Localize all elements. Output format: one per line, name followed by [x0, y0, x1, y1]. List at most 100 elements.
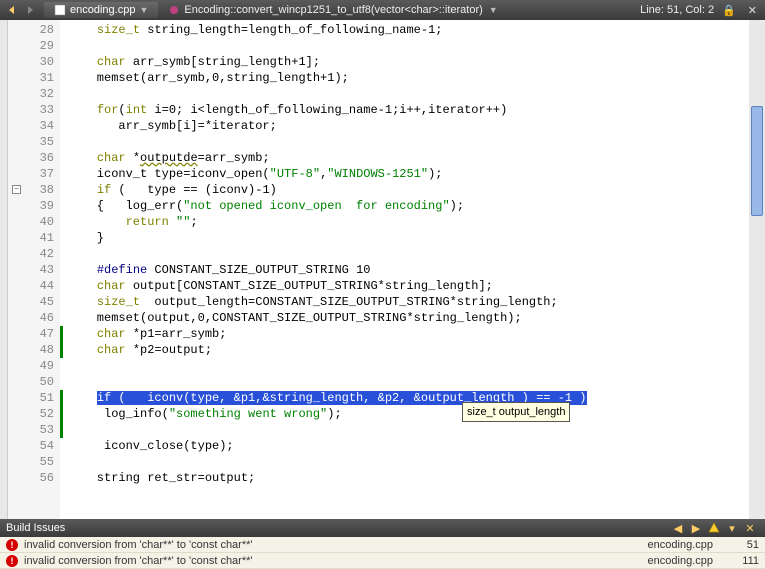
chevron-down-icon[interactable]: ▼ [489, 5, 498, 15]
modified-marker [60, 406, 63, 422]
panel-menu-icon[interactable]: ▾ [724, 520, 740, 536]
modified-marker [60, 342, 63, 358]
prev-issue-icon[interactable]: ◀ [670, 520, 686, 536]
code-line[interactable]: char *outputde=arr_symb; [60, 150, 749, 166]
line-number: 32 [8, 86, 60, 102]
close-icon[interactable]: ✕ [744, 4, 761, 17]
line-number-gutter: 2829303132333435363738−39404142434445464… [8, 20, 60, 519]
code-line[interactable]: if ( type == (iconv)-1) [60, 182, 749, 198]
issue-message: invalid conversion from 'char**' to 'con… [24, 555, 648, 567]
code-line[interactable]: char *p2=output; [60, 342, 749, 358]
line-number: 44 [8, 278, 60, 294]
issue-row[interactable]: ! invalid conversion from 'char**' to 'co… [0, 553, 765, 569]
breadcrumb-label: Encoding::convert_wincp1251_to_utf8(vect… [184, 4, 482, 16]
line-number: 38− [8, 182, 60, 198]
warning-filter-icon[interactable] [706, 520, 722, 536]
line-number: 35 [8, 134, 60, 150]
scrollbar-thumb[interactable] [751, 106, 763, 216]
line-number: 47 [8, 326, 60, 342]
code-line[interactable]: for(int i=0; i<length_of_following_name-… [60, 102, 749, 118]
line-number: 46 [8, 310, 60, 326]
code-line[interactable] [60, 358, 749, 374]
issue-line: 51 [729, 539, 759, 551]
issue-row[interactable]: ! invalid conversion from 'char**' to 'co… [0, 537, 765, 553]
issue-file: encoding.cpp [648, 555, 713, 567]
line-number: 31 [8, 70, 60, 86]
code-line[interactable]: char *p1=arr_symb; [60, 326, 749, 342]
lock-icon[interactable]: 🔒 [722, 4, 736, 17]
modified-marker [60, 422, 63, 438]
code-line[interactable]: } [60, 230, 749, 246]
issue-file: encoding.cpp [648, 539, 713, 551]
build-issues-title: Build Issues [6, 522, 65, 534]
code-line[interactable]: string ret_str=output; [60, 470, 749, 486]
code-line[interactable]: size_t output_length=CONSTANT_SIZE_OUTPU… [60, 294, 749, 310]
code-line[interactable]: memset(output,0,CONSTANT_SIZE_OUTPUT_STR… [60, 310, 749, 326]
method-icon [168, 4, 180, 16]
code-line[interactable]: iconv_t type=iconv_open("UTF-8","WINDOWS… [60, 166, 749, 182]
line-number: 39 [8, 198, 60, 214]
modified-marker [60, 390, 63, 406]
line-number: 40 [8, 214, 60, 230]
cpp-file-icon [54, 4, 66, 16]
line-number: 41 [8, 230, 60, 246]
line-number: 45 [8, 294, 60, 310]
top-toolbar: encoding.cpp ▼ Encoding::convert_wincp12… [0, 0, 765, 20]
line-number: 50 [8, 374, 60, 390]
line-number: 29 [8, 38, 60, 54]
line-number: 30 [8, 54, 60, 70]
code-line[interactable]: #define CONSTANT_SIZE_OUTPUT_STRING 10 [60, 262, 749, 278]
code-line[interactable]: { log_err("not opened iconv_open for enc… [60, 198, 749, 214]
line-number: 51 [8, 390, 60, 406]
line-number: 43 [8, 262, 60, 278]
build-issues-header: Build Issues ◀ ▶ ▾ ✕ [0, 519, 765, 537]
line-number: 55 [8, 454, 60, 470]
chevron-down-icon[interactable]: ▼ [139, 5, 148, 15]
code-editor[interactable]: 2829303132333435363738−39404142434445464… [0, 20, 765, 519]
code-line[interactable]: if ( iconv(type, &p1,&string_length, &p2… [60, 390, 749, 406]
line-number: 33 [8, 102, 60, 118]
code-line[interactable]: size_t string_length=length_of_following… [60, 22, 749, 38]
code-line[interactable]: char arr_symb[string_length+1]; [60, 54, 749, 70]
next-issue-icon[interactable]: ▶ [688, 520, 704, 536]
line-number: 28 [8, 22, 60, 38]
build-issues-list: ! invalid conversion from 'char**' to 'co… [0, 537, 765, 569]
panel-close-icon[interactable]: ✕ [742, 520, 758, 536]
code-line[interactable]: arr_symb[i]=*iterator; [60, 118, 749, 134]
modified-marker [60, 326, 63, 342]
code-line[interactable] [60, 86, 749, 102]
nav-back-icon[interactable] [4, 2, 20, 18]
code-line[interactable] [60, 454, 749, 470]
code-line[interactable]: iconv_close(type); [60, 438, 749, 454]
code-area[interactable]: size_t string_length=length_of_following… [60, 20, 749, 519]
line-col-indicator: Line: 51, Col: 2 [640, 4, 714, 16]
line-number: 37 [8, 166, 60, 182]
issue-message: invalid conversion from 'char**' to 'con… [24, 539, 648, 551]
code-line[interactable] [60, 38, 749, 54]
breadcrumb[interactable]: Encoding::convert_wincp1251_to_utf8(vect… [168, 4, 638, 16]
editor-margin [0, 20, 8, 519]
hover-tooltip: size_t output_length [462, 402, 570, 422]
file-tab[interactable]: encoding.cpp ▼ [44, 2, 158, 18]
code-line[interactable] [60, 422, 749, 438]
code-line[interactable] [60, 134, 749, 150]
code-line[interactable]: memset(arr_symb,0,string_length+1); [60, 70, 749, 86]
line-number: 53 [8, 422, 60, 438]
file-tab-label: encoding.cpp [70, 4, 135, 16]
code-line[interactable]: char output[CONSTANT_SIZE_OUTPUT_STRING*… [60, 278, 749, 294]
line-number: 56 [8, 470, 60, 486]
code-line[interactable]: log_info("something went wrong"); [60, 406, 749, 422]
code-line[interactable] [60, 246, 749, 262]
error-icon: ! [6, 539, 18, 551]
vertical-scrollbar[interactable] [749, 20, 765, 519]
code-line[interactable] [60, 374, 749, 390]
error-icon: ! [6, 555, 18, 567]
line-number: 36 [8, 150, 60, 166]
nav-fwd-icon[interactable] [22, 2, 38, 18]
line-number: 52 [8, 406, 60, 422]
code-line[interactable]: return ""; [60, 214, 749, 230]
fold-toggle-icon[interactable]: − [12, 185, 21, 194]
line-number: 54 [8, 438, 60, 454]
issue-line: 111 [729, 555, 759, 567]
line-number: 34 [8, 118, 60, 134]
